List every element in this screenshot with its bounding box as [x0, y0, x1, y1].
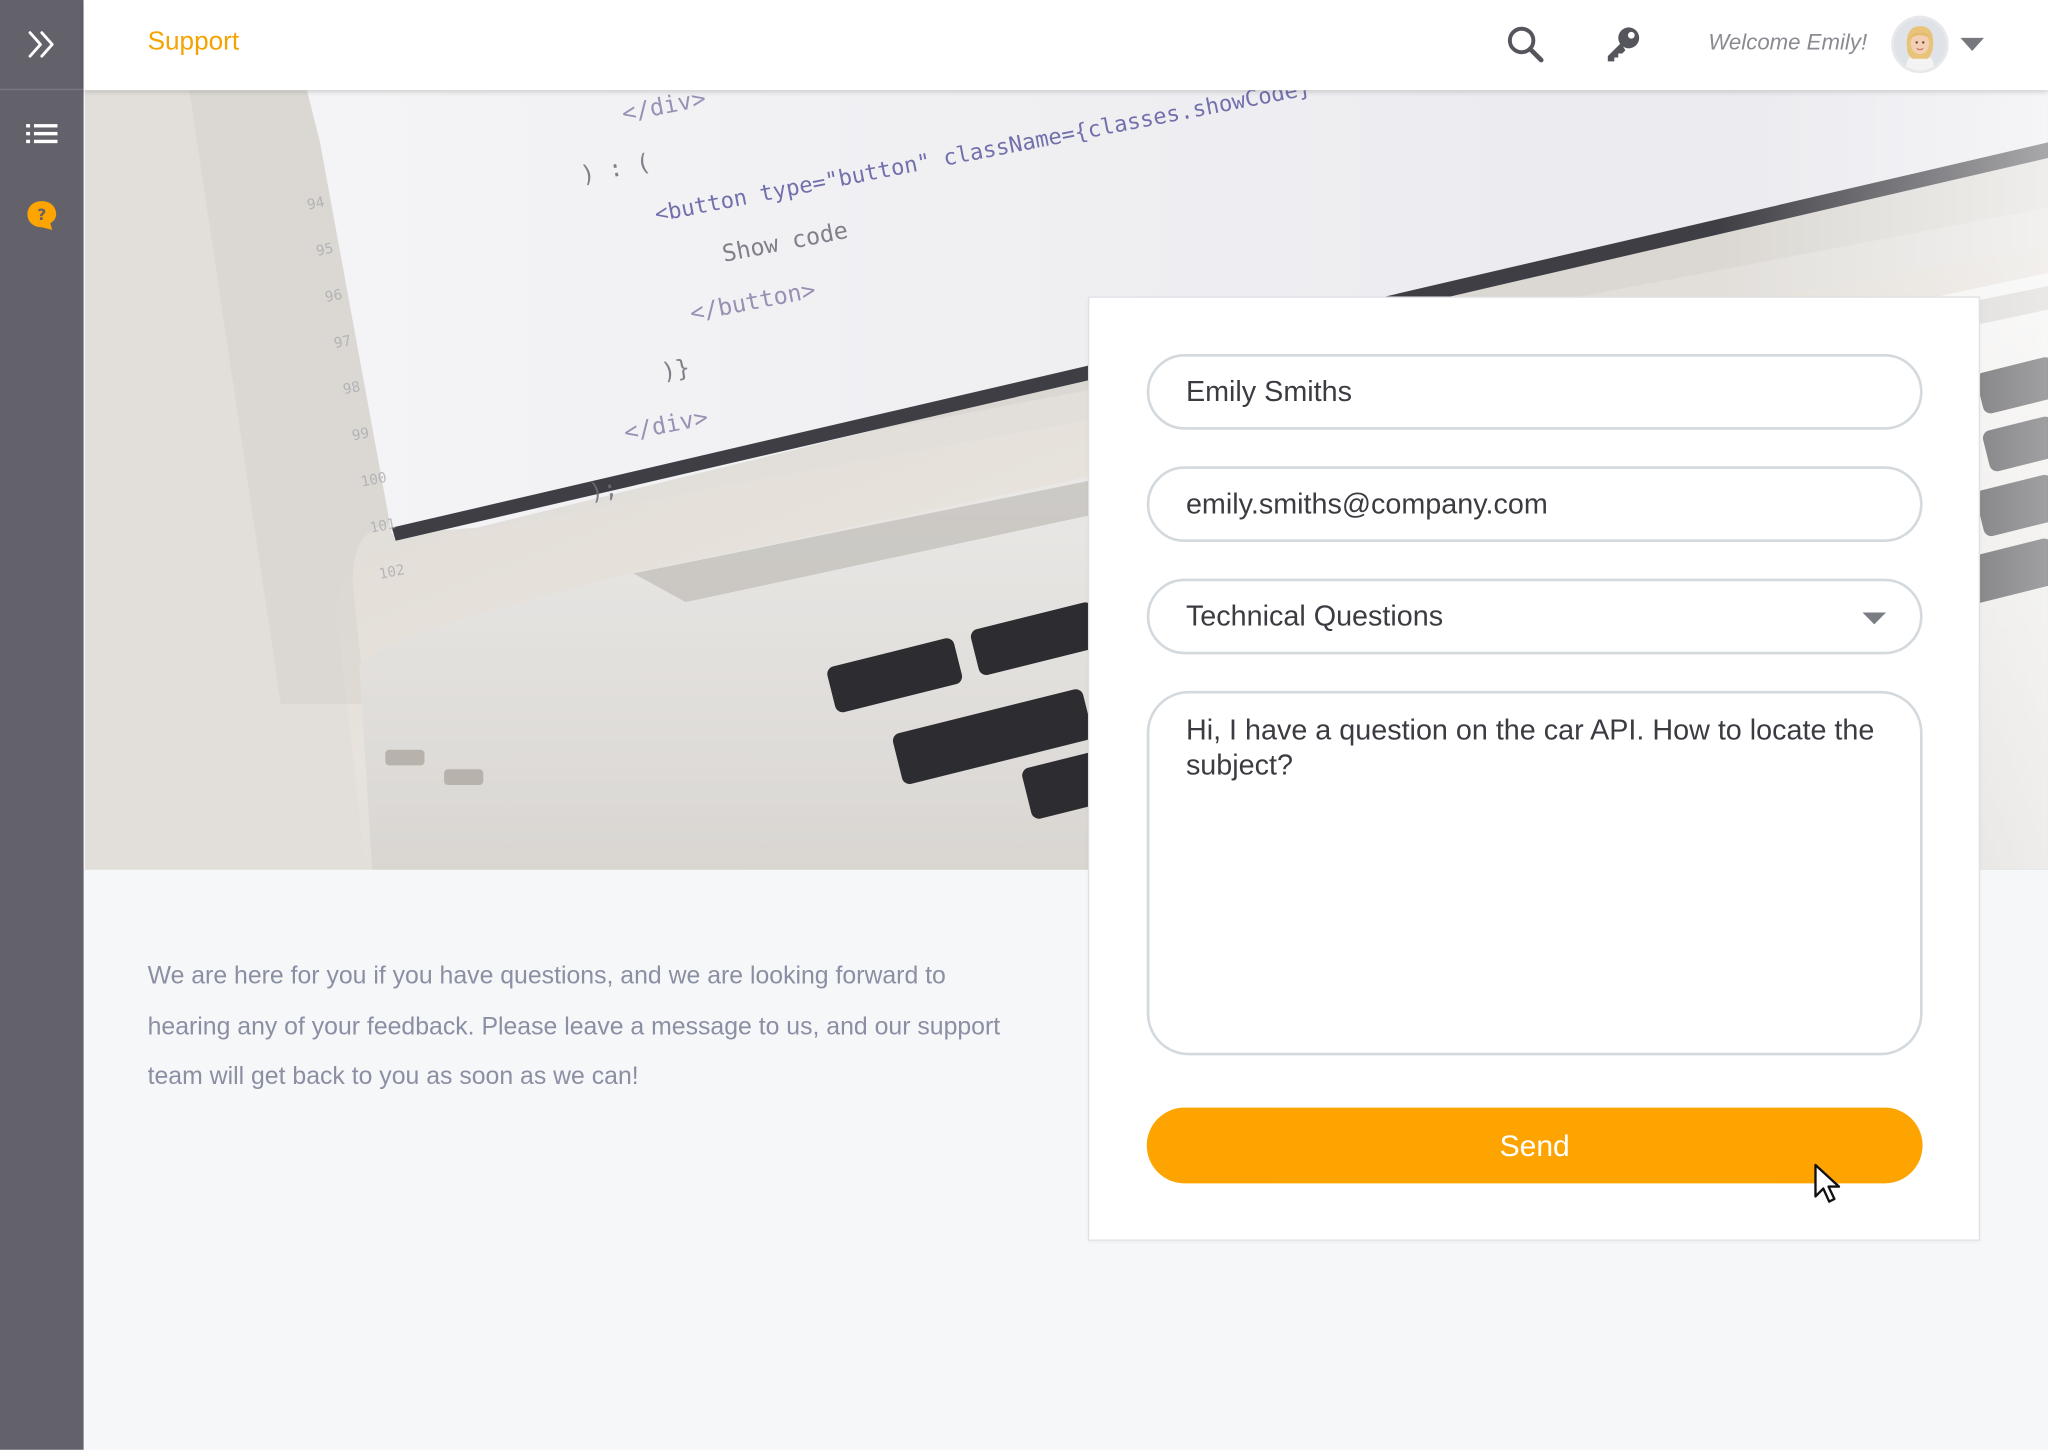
mouse-pointer-icon	[1814, 1163, 1841, 1203]
page-title[interactable]: Support	[148, 27, 240, 57]
list-icon	[26, 124, 58, 144]
sidebar-item-list[interactable]	[0, 104, 84, 167]
app-window: ? Support Welcome Emily! </div>): (<b…	[0, 0, 2048, 1450]
topic-select[interactable]: Technical Questions	[1146, 578, 1923, 655]
avatar-image	[1893, 18, 1947, 71]
sidebar: ?	[0, 0, 84, 1450]
user-avatar[interactable]	[1893, 18, 1947, 71]
welcome-text: Welcome Emily!	[1708, 30, 1868, 55]
user-menu-toggle[interactable]	[1957, 31, 1988, 57]
code-line: );	[587, 474, 620, 507]
code-line: )}	[659, 353, 692, 386]
key-button[interactable]	[1600, 22, 1644, 66]
topic-select-value: Technical Questions	[1185, 599, 1444, 633]
code-line-number: 97	[333, 333, 353, 352]
search-icon	[1507, 26, 1544, 63]
name-field[interactable]	[1146, 353, 1923, 430]
sidebar-item-support[interactable]: ?	[0, 184, 84, 247]
code-line-number: 98	[342, 379, 362, 398]
svg-text:?: ?	[37, 205, 46, 224]
top-bar: Support Welcome Emily!	[83, 0, 2048, 91]
email-field[interactable]	[1146, 466, 1923, 543]
support-intro-text: We are here for you if you have question…	[147, 962, 1001, 1091]
message-textarea[interactable]: Hi, I have a question on the car API. Ho…	[1146, 690, 1923, 1056]
send-button[interactable]: Send	[1146, 1107, 1923, 1184]
search-button[interactable]	[1503, 22, 1547, 66]
support-form: Technical Questions Hi, I have a questio…	[1087, 296, 1981, 1241]
code-line-number: 99	[351, 425, 371, 444]
code-line-number: 96	[324, 287, 344, 306]
sidebar-expand-button[interactable]	[0, 0, 84, 91]
double-chevron-right-icon	[28, 31, 54, 58]
code-line-number: 94	[306, 195, 326, 214]
chevron-down-icon	[1862, 612, 1887, 625]
key-icon	[1607, 27, 1640, 62]
code-line-number: 95	[315, 241, 335, 260]
help-bubble-icon: ?	[27, 201, 57, 230]
chevron-down-icon	[1960, 37, 1984, 51]
